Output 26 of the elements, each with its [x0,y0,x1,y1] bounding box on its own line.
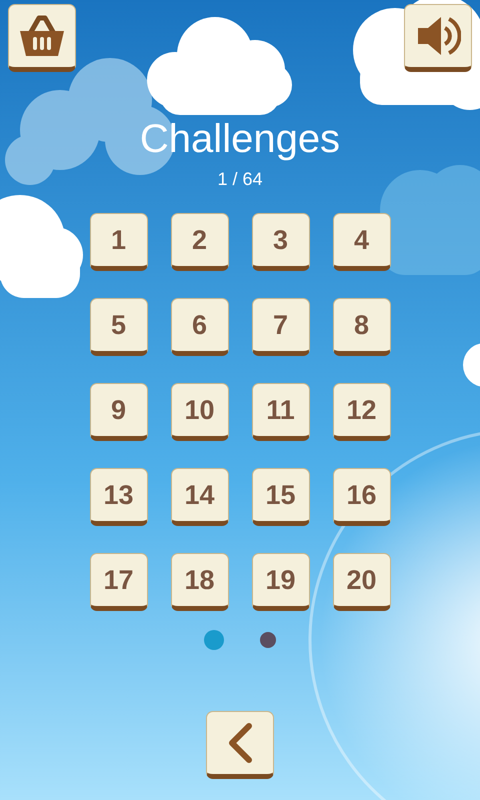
level-button[interactable]: 9 [90,383,148,441]
level-button[interactable]: 13 [90,468,148,526]
level-button[interactable]: 6 [170,298,228,356]
level-button[interactable]: 7 [252,298,310,356]
progress-counter: 1 / 64 [217,169,263,189]
level-button[interactable]: 3 [252,213,310,271]
level-button[interactable]: 1 [90,213,148,271]
level-button[interactable]: 15 [252,468,310,526]
sound-button[interactable] [404,4,472,72]
level-button[interactable]: 18 [170,553,228,611]
level-button[interactable]: 8 [332,298,390,356]
level-button[interactable]: 16 [332,468,390,526]
level-button[interactable]: 14 [170,468,228,526]
level-button[interactable]: 11 [252,383,310,441]
level-button[interactable]: 20 [332,553,390,611]
level-button[interactable]: 5 [90,298,148,356]
level-button[interactable]: 17 [90,553,148,611]
level-button[interactable]: 4 [332,213,390,271]
level-button[interactable]: 19 [252,553,310,611]
shop-button[interactable] [8,4,76,72]
level-button[interactable]: 12 [332,383,390,441]
back-button[interactable] [206,711,274,779]
basket-icon [17,14,67,58]
level-button[interactable]: 2 [170,213,228,271]
screen-title: Challenges [140,117,340,161]
level-button[interactable]: 10 [170,383,228,441]
